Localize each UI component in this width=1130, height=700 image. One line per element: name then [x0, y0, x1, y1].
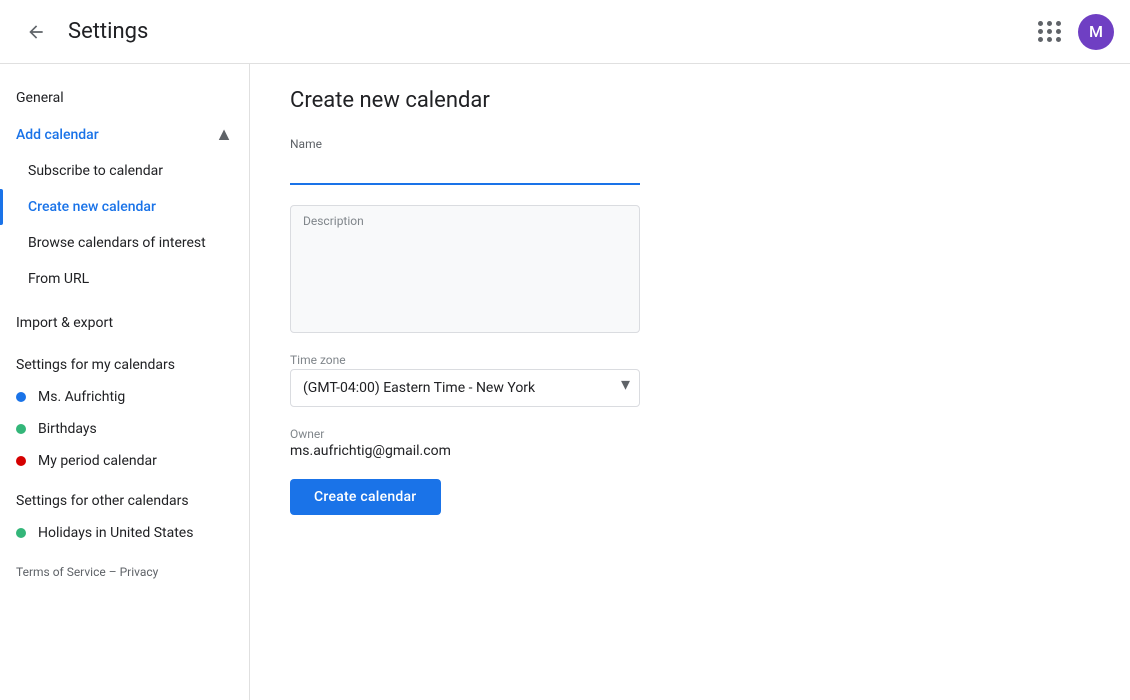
- back-button[interactable]: [16, 12, 56, 52]
- topbar-left: Settings: [16, 12, 148, 52]
- sidebar-group-header-add-calendar[interactable]: Add calendar ▲: [0, 116, 249, 153]
- timezone-select[interactable]: (GMT-04:00) Eastern Time - New York: [290, 369, 640, 407]
- chevron-up-icon: ▲: [215, 124, 233, 145]
- terms-link[interactable]: Terms of Service: [16, 565, 106, 579]
- dot-ms: [16, 392, 26, 402]
- sidebar-item-holidays[interactable]: Holidays in United States: [0, 517, 249, 549]
- description-field-container: Description: [290, 205, 640, 333]
- owner-value: ms.aufrichtig@gmail.com: [290, 443, 640, 459]
- description-textarea[interactable]: [291, 228, 639, 328]
- content-area: Create new calendar Name Description Tim…: [250, 64, 1130, 700]
- topbar: Settings M: [0, 0, 1130, 64]
- apps-button[interactable]: [1030, 12, 1070, 52]
- dot-holidays: [16, 528, 26, 538]
- owner-section: Owner ms.aufrichtig@gmail.com: [290, 427, 640, 459]
- sidebar-item-browse[interactable]: Browse calendars of interest: [0, 225, 237, 261]
- description-label: Description: [291, 206, 639, 228]
- create-calendar-title: Create new calendar: [290, 88, 1090, 113]
- privacy-link[interactable]: Privacy: [120, 565, 159, 579]
- sidebar: General Add calendar ▲ Subscribe to cale…: [0, 64, 250, 700]
- name-input[interactable]: [290, 153, 640, 183]
- sidebar-item-period[interactable]: My period calendar: [0, 445, 249, 477]
- name-label: Name: [290, 137, 640, 151]
- timezone-label: Time zone: [290, 353, 640, 367]
- sidebar-item-subscribe[interactable]: Subscribe to calendar: [0, 153, 237, 189]
- sidebar-item-ms-aufrichtig[interactable]: Ms. Aufrichtig: [0, 381, 249, 413]
- timezone-field-container: Time zone (GMT-04:00) Eastern Time - New…: [290, 353, 640, 407]
- owner-label: Owner: [290, 427, 640, 441]
- settings-other-calendars-label: Settings for other calendars: [0, 477, 249, 517]
- dot-period: [16, 456, 26, 466]
- settings-my-calendars-label: Settings for my calendars: [0, 341, 249, 381]
- timezone-select-wrapper: Time zone (GMT-04:00) Eastern Time - New…: [290, 353, 640, 407]
- footer-links: Terms of Service – Privacy: [0, 549, 249, 595]
- name-input-wrapper: Name: [290, 137, 640, 185]
- sidebar-item-import-export[interactable]: Import & export: [0, 305, 237, 341]
- topbar-right: M: [1030, 12, 1114, 52]
- page-title-topbar: Settings: [68, 19, 148, 44]
- sidebar-group-add-calendar: Add calendar ▲ Subscribe to calendar Cre…: [0, 116, 249, 297]
- sidebar-sub-items: Subscribe to calendar Create new calenda…: [0, 153, 249, 297]
- sidebar-item-general[interactable]: General: [0, 80, 237, 116]
- sidebar-item-birthdays[interactable]: Birthdays: [0, 413, 249, 445]
- grid-icon: [1038, 21, 1062, 42]
- create-calendar-button[interactable]: Create calendar: [290, 479, 441, 515]
- sidebar-item-create[interactable]: Create new calendar: [0, 189, 237, 225]
- avatar[interactable]: M: [1078, 14, 1114, 50]
- name-field-container: Name: [290, 137, 640, 185]
- dot-birthdays: [16, 424, 26, 434]
- description-wrapper: Description: [290, 205, 640, 333]
- main-layout: General Add calendar ▲ Subscribe to cale…: [0, 64, 1130, 700]
- sidebar-item-from-url[interactable]: From URL: [0, 261, 237, 297]
